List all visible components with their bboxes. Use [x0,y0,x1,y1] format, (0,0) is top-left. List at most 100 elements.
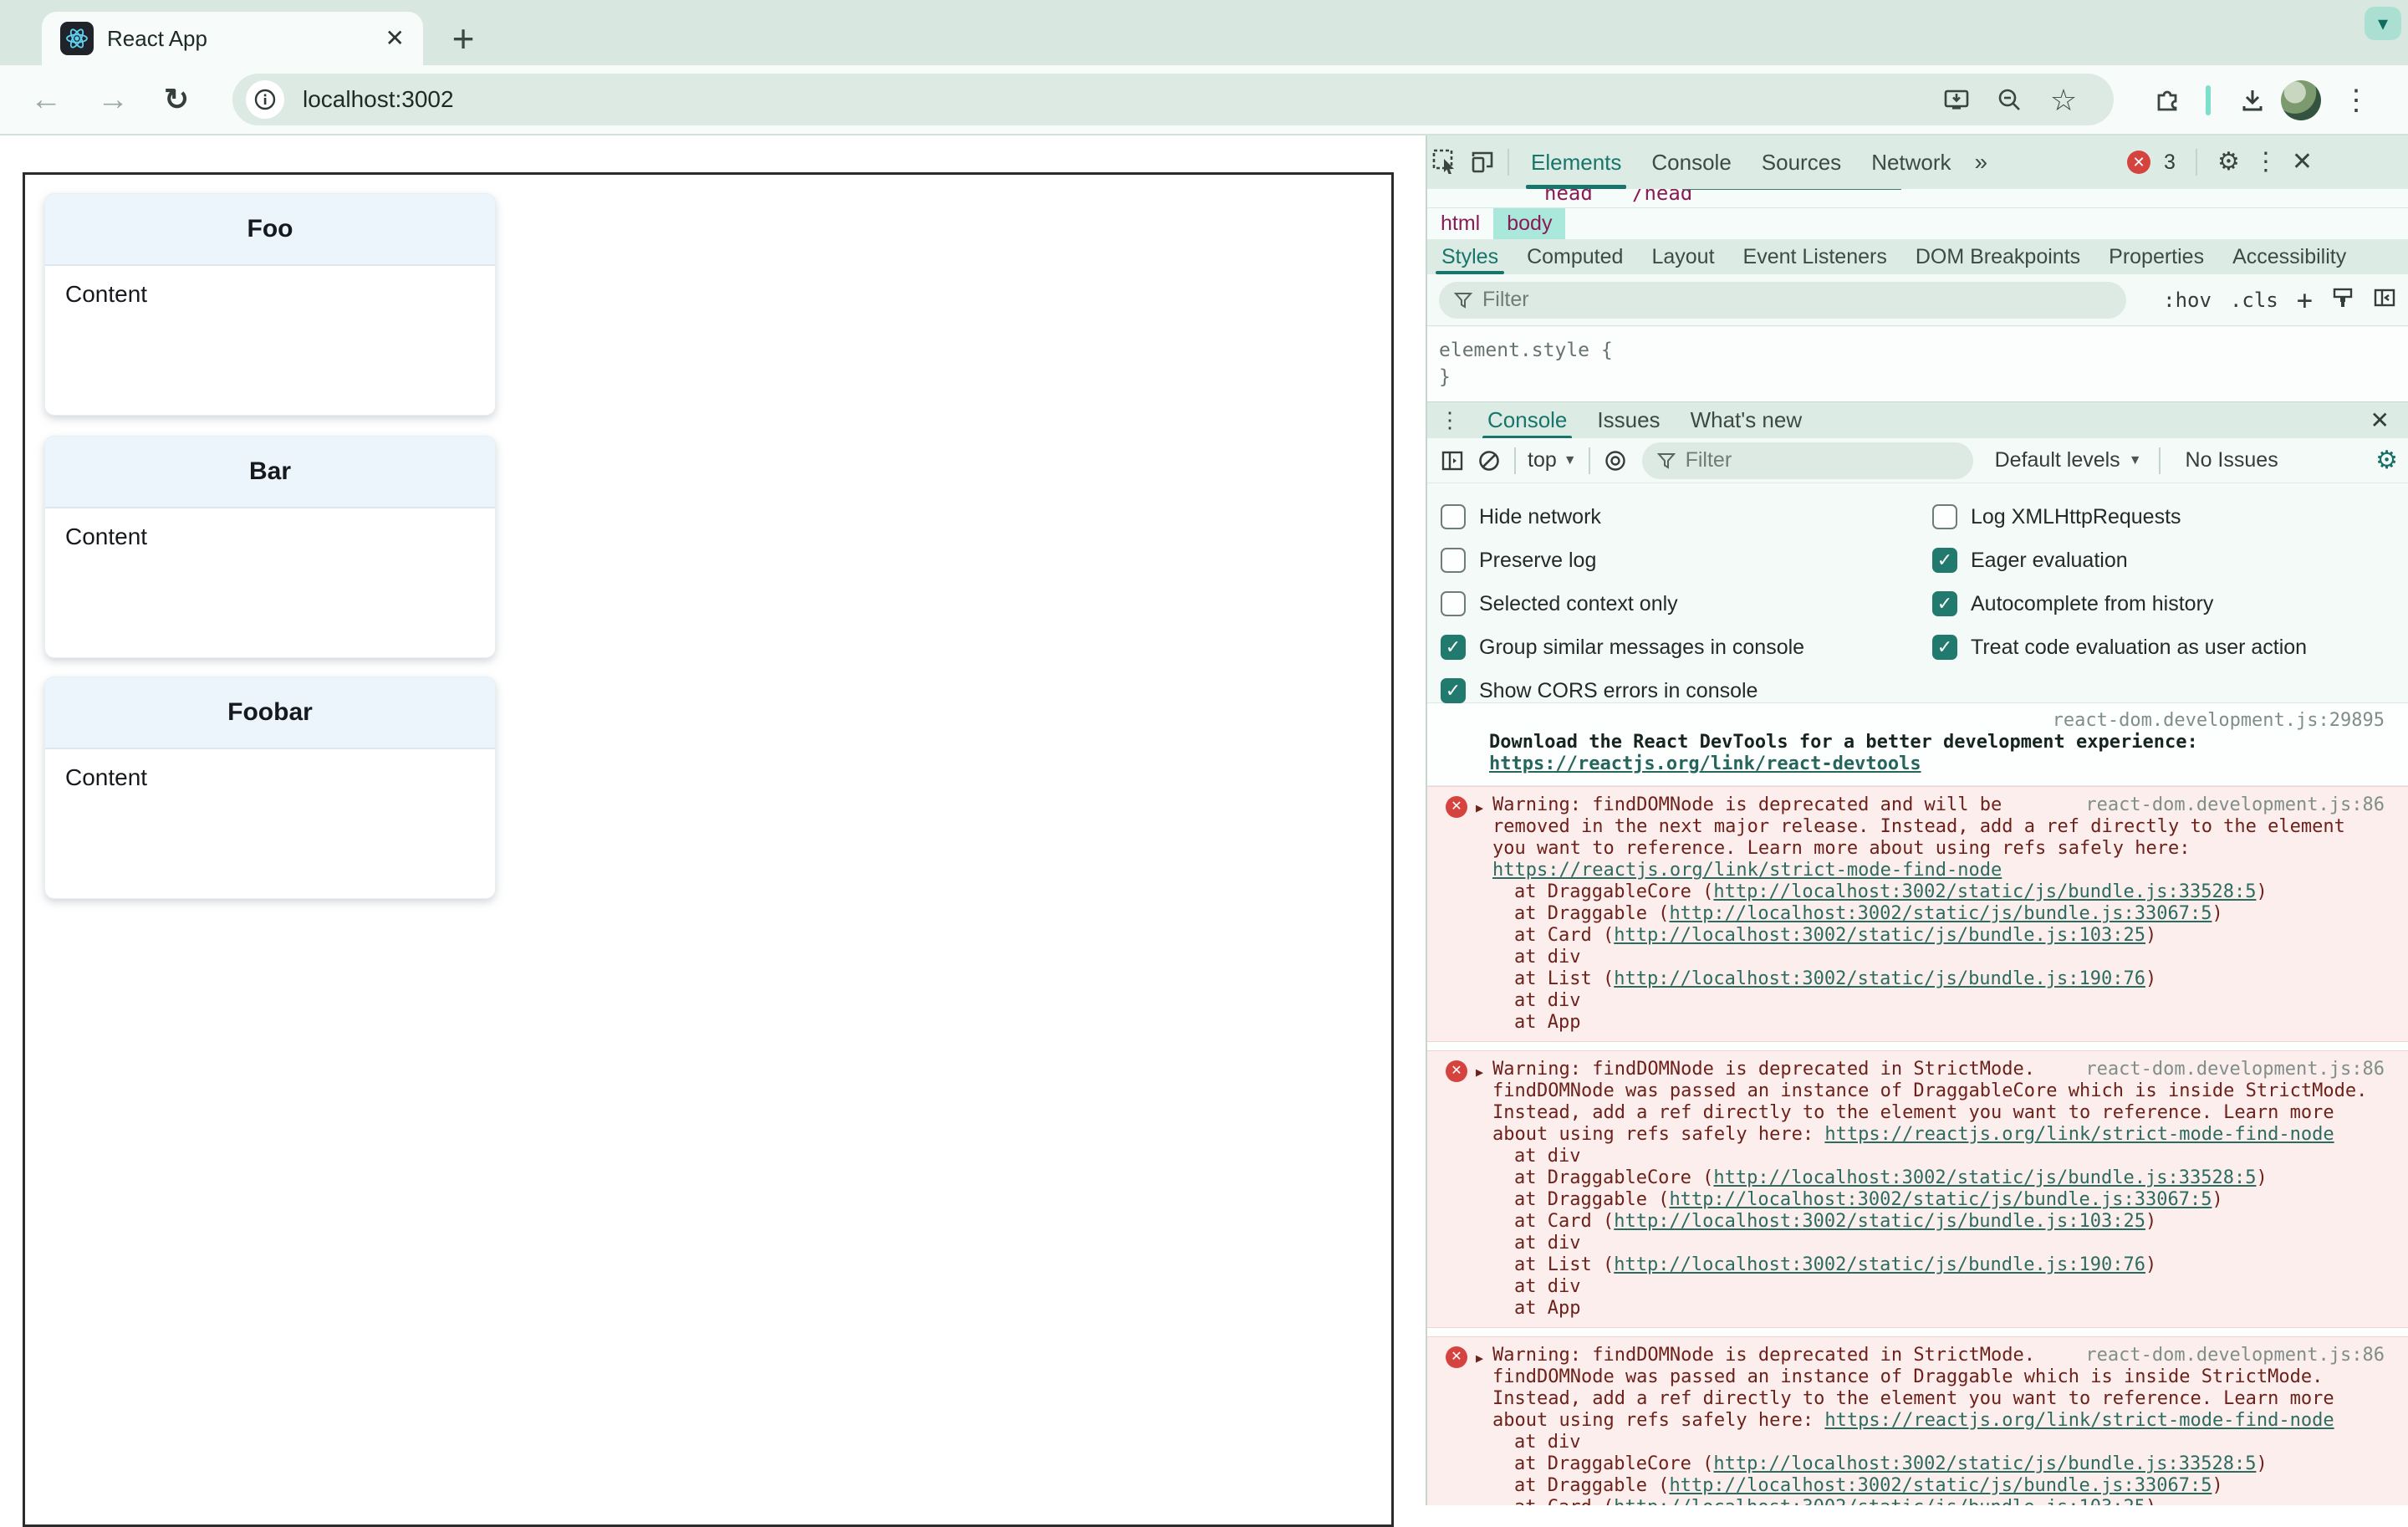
console-setting-row: Log XMLHttpRequests [1932,495,2307,539]
toggle-pseudo-state-button[interactable]: :hov [2163,289,2212,312]
expand-triangle-icon[interactable]: ▶ [1476,1347,1483,1369]
back-button[interactable]: ← [30,84,62,115]
error-badge-icon[interactable]: ✕ [2127,151,2151,174]
console-sidebar-toggle-icon[interactable] [1434,442,1471,479]
bundle-link[interactable]: http://localhost:3002/static/js/bundle.j… [1614,925,2145,946]
bundle-link[interactable]: http://localhost:3002/static/js/bundle.j… [1614,968,2145,989]
card-foobar[interactable]: Foobar Content [44,677,496,899]
log-levels-dropdown[interactable]: Default levels ▼ [1995,448,2142,472]
rendering-panel-icon[interactable] [2331,286,2354,314]
checkbox-unchecked[interactable] [1441,548,1466,573]
card-title: Foobar [45,677,495,749]
bundle-link[interactable]: http://localhost:3002/static/js/bundle.j… [1614,1211,2145,1232]
tab-search-chevron-icon[interactable]: ▾ [2365,7,2401,40]
bundle-link[interactable]: http://localhost:3002/static/js/bundle.j… [1713,1453,2256,1474]
checkbox-checked[interactable]: ✓ [1441,635,1466,660]
error-icon[interactable]: ✕ [1446,1060,1467,1082]
drawer-tab-what-s-new[interactable]: What's new [1676,402,1818,439]
source-link[interactable]: react-dom.development.js:86 [2085,1059,2385,1080]
source-link[interactable]: react-dom.development.js:86 [2085,794,2385,816]
styles-tab-styles[interactable]: Styles [1427,239,1513,274]
breadcrumb-html[interactable]: html [1427,208,1493,239]
drawer-tab-console[interactable]: Console [1472,402,1582,439]
drawer-tab-issues[interactable]: Issues [1582,402,1675,439]
inspect-element-icon[interactable] [1427,144,1464,181]
forward-button[interactable]: → [97,84,129,115]
console-setting-row: Selected context only [1441,582,1804,626]
toggle-sidebar-icon[interactable] [2373,286,2396,314]
toggle-class-button[interactable]: .cls [2230,289,2278,312]
checkbox-unchecked[interactable] [1441,591,1466,616]
console-error-message[interactable]: react-dom.development.js:86 ✕ ▶ Warning: fi… [1427,1050,2408,1328]
expand-triangle-icon[interactable]: ▶ [1476,797,1483,819]
downloads-icon[interactable] [2234,82,2271,119]
devtools-menu-kebab-icon[interactable]: ⋮ [2253,150,2278,175]
bundle-link[interactable]: http://localhost:3002/static/js/bundle.j… [1713,881,2256,902]
devtools-tab-sources[interactable]: Sources [1747,135,1856,189]
bundle-link[interactable]: http://localhost:3002/static/js/bundle.j… [1713,1167,2256,1188]
console-error-message[interactable]: react-dom.development.js:86 ✕ ▶ Warning: fi… [1427,786,2408,1042]
styles-tab-properties[interactable]: Properties [2094,239,2218,274]
bundle-link[interactable]: http://localhost:3002/static/js/bundle.j… [1614,1497,2145,1505]
styles-tab-computed[interactable]: Computed [1513,239,1637,274]
styles-tab-dom-breakpoints[interactable]: DOM Breakpoints [1901,239,2094,274]
card-foo[interactable]: Foo Content [44,193,496,416]
browser-menu-kebab-icon[interactable]: ⋮ [2338,82,2375,119]
live-expression-eye-icon[interactable] [1597,442,1634,479]
site-info-icon[interactable] [246,80,284,119]
checkbox-unchecked[interactable] [1932,504,1957,529]
devtools-close-icon[interactable]: ✕ [2292,150,2313,175]
drawer-menu-kebab-icon[interactable]: ⋮ [1427,407,1472,433]
checkbox-checked[interactable]: ✓ [1932,591,1957,616]
checkbox-checked[interactable]: ✓ [1932,635,1957,660]
element-style-section[interactable]: element.style { } [1427,327,2408,401]
reload-button[interactable]: ↻ [164,84,189,115]
device-toolbar-icon[interactable] [1464,144,1501,181]
devtools-tab-elements[interactable]: Elements [1516,135,1636,189]
console-error-message[interactable]: react-dom.development.js:86 ✕ ▶ Warning: fi… [1427,1336,2408,1505]
error-icon[interactable]: ✕ [1446,1346,1467,1368]
bundle-link[interactable]: http://localhost:3002/static/js/bundle.j… [1614,1254,2145,1275]
styles-tab-layout[interactable]: Layout [1637,239,1728,274]
error-icon[interactable]: ✕ [1446,796,1467,818]
issues-counter[interactable]: No Issues [2167,448,2297,472]
drawer-close-icon[interactable]: ✕ [2370,406,2408,434]
install-app-icon[interactable] [1940,84,1973,117]
checkbox-checked[interactable]: ✓ [1441,678,1466,703]
error-doc-link[interactable]: https://reactjs.org/link/strict-mode-fin… [1824,1410,2334,1431]
devtools-tab-console[interactable]: Console [1636,135,1746,189]
expand-triangle-icon[interactable]: ▶ [1476,1061,1483,1083]
devtools-tab-network[interactable]: Network [1856,135,1966,189]
zoom-out-icon[interactable] [1993,84,2027,117]
error-doc-link[interactable]: https://reactjs.org/link/strict-mode-fin… [1492,860,2002,881]
console-filter-input[interactable]: Filter [1641,442,1973,479]
error-doc-link[interactable]: https://reactjs.org/link/strict-mode-fin… [1824,1124,2334,1145]
source-link[interactable]: react-dom.development.js:29895 [2053,710,2385,731]
new-tab-button[interactable]: + [438,13,488,64]
checkbox-checked[interactable]: ✓ [1932,548,1957,573]
bundle-link[interactable]: http://localhost:3002/static/js/bundle.j… [1669,1475,2212,1496]
styles-tab-accessibility[interactable]: Accessibility [2218,239,2360,274]
stack-frame: at Card (http://localhost:3002/static/js… [1514,925,2157,946]
clear-console-icon[interactable] [1471,442,1508,479]
more-tabs-icon[interactable]: » [1967,149,1997,176]
card-bar[interactable]: Bar Content [44,436,496,658]
profile-avatar[interactable] [2281,80,2321,120]
address-bar[interactable]: localhost:3002 ☆ [232,74,2114,125]
console-settings-gear-icon[interactable]: ⚙ [2375,446,2408,475]
new-style-rule-icon[interactable]: + [2297,284,2313,316]
devtools-link[interactable]: https://reactjs.org/link/react-devtools [1489,753,1921,774]
checkbox-unchecked[interactable] [1441,504,1466,529]
browser-tab-react-app[interactable]: React App ✕ [42,12,423,65]
styles-tab-event-listeners[interactable]: Event Listeners [1729,239,1901,274]
extensions-puzzle-icon[interactable] [2149,82,2186,119]
context-selector[interactable]: top ▼ [1523,448,1582,472]
breadcrumb-body[interactable]: body [1493,208,1566,239]
devtools-settings-gear-icon[interactable]: ⚙ [2217,150,2240,175]
bundle-link[interactable]: http://localhost:3002/static/js/bundle.j… [1669,1189,2212,1210]
styles-filter-input[interactable]: Filter [1439,281,2126,319]
source-link[interactable]: react-dom.development.js:86 [2085,1345,2385,1366]
bookmark-star-icon[interactable]: ☆ [2047,83,2080,117]
tab-close-icon[interactable]: ✕ [385,27,405,50]
bundle-link[interactable]: http://localhost:3002/static/js/bundle.j… [1669,903,2212,924]
